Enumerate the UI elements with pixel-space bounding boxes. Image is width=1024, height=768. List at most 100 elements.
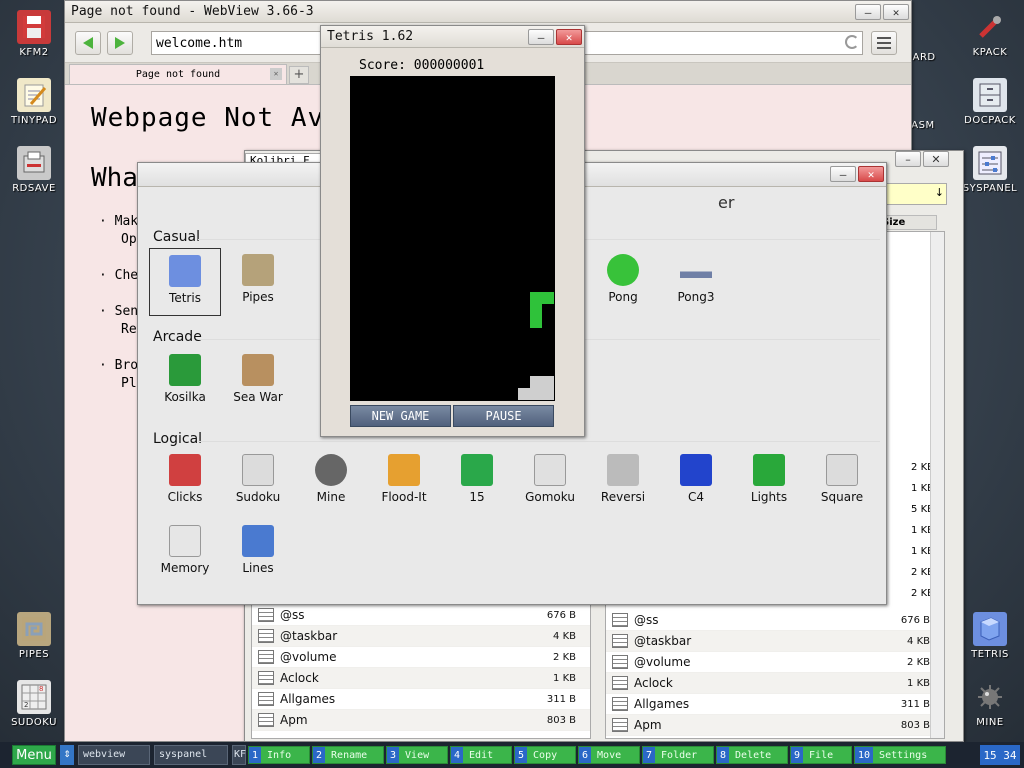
- game-label: 15: [469, 490, 485, 504]
- game-memory[interactable]: Memory: [149, 519, 221, 587]
- game-mine[interactable]: Mine: [295, 448, 367, 516]
- game-sea-war[interactable]: Sea War: [222, 348, 294, 428]
- score-label: Score:: [359, 58, 406, 73]
- desktop-icon-tinypad[interactable]: TINYPAD: [0, 78, 68, 126]
- fkey-edit[interactable]: 4 Edit: [450, 746, 512, 764]
- task-webview[interactable]: webview: [78, 745, 150, 765]
- fm-left-pane: @ss 676 B @taskbar 4 KB @volume 2 KB Aclock…: [251, 605, 591, 739]
- minimize-button[interactable]: –: [855, 4, 881, 20]
- desktop-icon-kpack[interactable]: KPACK: [956, 10, 1024, 58]
- fkey-file[interactable]: 9 File: [790, 746, 852, 764]
- webview-titlebar[interactable]: Page not found - WebView 3.66-3 – ✕: [65, 1, 911, 23]
- sudoku-game-icon: 28: [17, 680, 51, 714]
- table-row[interactable]: @taskbar 4 KB: [606, 631, 944, 652]
- game-lines[interactable]: Lines: [222, 519, 294, 587]
- pause-button[interactable]: PAUSE: [453, 405, 554, 427]
- drawer-cabinet-icon: [973, 78, 1007, 112]
- table-row[interactable]: Aclock 1 KB: [252, 668, 590, 689]
- floppy-disk-icon: [17, 10, 51, 44]
- new-tab-button[interactable]: +: [289, 66, 309, 84]
- desktop-icon-mine[interactable]: MINE: [956, 680, 1024, 728]
- file-size: 1 KB: [553, 672, 576, 684]
- forward-button[interactable]: [107, 30, 133, 55]
- tetris-titlebar[interactable]: Tetris 1.62 – ✕: [321, 26, 584, 48]
- table-row[interactable]: Allgames 311 B: [252, 689, 590, 710]
- fkey-label: Copy: [533, 749, 558, 761]
- fm-close-button[interactable]: ✕: [923, 151, 949, 167]
- game-square[interactable]: Square: [806, 448, 878, 516]
- tetris-board[interactable]: [350, 76, 555, 401]
- fkey-copy[interactable]: 5 Copy: [514, 746, 576, 764]
- block: [530, 292, 542, 304]
- minimize-button[interactable]: –: [830, 166, 856, 182]
- table-row[interactable]: @ss 676 B: [252, 605, 590, 626]
- fkey-view[interactable]: 3 View: [386, 746, 448, 764]
- game-kosilka[interactable]: Kosilka: [149, 348, 221, 416]
- table-row[interactable]: Apm 803 B: [252, 710, 590, 731]
- close-button[interactable]: ✕: [883, 4, 909, 20]
- game-flood-it[interactable]: Flood-It: [368, 448, 440, 516]
- task-syspanel[interactable]: syspanel: [154, 745, 228, 765]
- close-button[interactable]: ✕: [556, 29, 582, 45]
- fkey-folder[interactable]: 7 Folder: [642, 746, 714, 764]
- game-pipes[interactable]: Pipes: [222, 248, 294, 316]
- fm-scrollbar[interactable]: [930, 232, 944, 738]
- table-row[interactable]: Allgames 311 B: [606, 694, 944, 715]
- sudoku-icon: [242, 454, 274, 486]
- table-row[interactable]: @taskbar 4 KB: [252, 626, 590, 647]
- file-size: 2 KB: [553, 651, 576, 663]
- fkey-number: 3: [387, 747, 400, 763]
- table-row[interactable]: @ss 676 B: [606, 610, 944, 631]
- file-size: 4 KB: [553, 630, 576, 642]
- table-row[interactable]: Apm 803 B: [606, 715, 944, 736]
- desktop-icon-pipes[interactable]: PIPES: [0, 612, 68, 660]
- game-reversi[interactable]: Reversi: [587, 448, 659, 516]
- task-kfm[interactable]: KF: [232, 745, 246, 765]
- game-gomoku[interactable]: Gomoku: [514, 448, 586, 516]
- game-sudoku[interactable]: Sudoku: [222, 448, 294, 516]
- hamburger-menu-button[interactable]: [871, 31, 897, 55]
- desktop-icon-rdsave[interactable]: RDSAVE: [0, 146, 68, 194]
- category-casual: Casual: [153, 229, 200, 245]
- game-c4[interactable]: C4: [660, 448, 732, 516]
- ship-icon: [242, 354, 274, 386]
- close-button[interactable]: ✕: [858, 166, 884, 182]
- desktop-icon-sudoku[interactable]: 28 SUDOKU: [0, 680, 68, 728]
- fkey-move[interactable]: 6 Move: [578, 746, 640, 764]
- table-row[interactable]: @volume 2 KB: [252, 647, 590, 668]
- pong-ball-icon: [607, 254, 639, 286]
- desktop-icon-kfm2[interactable]: KFM2: [0, 10, 68, 58]
- new-game-button[interactable]: NEW GAME: [350, 405, 451, 427]
- game-tetris[interactable]: Tetris: [149, 248, 221, 316]
- reversi-icon: [607, 454, 639, 486]
- desktop-icon-syspanel[interactable]: SYSPANEL: [956, 146, 1024, 194]
- game-15[interactable]: 15: [441, 448, 513, 516]
- clicks-icon: [169, 454, 201, 486]
- tab-close-icon[interactable]: ✕: [270, 68, 282, 80]
- game-label: Memory: [160, 561, 210, 575]
- start-menu-button[interactable]: Menu: [12, 745, 56, 765]
- game-label: Lights: [750, 490, 788, 504]
- desktop-icon-tetris[interactable]: TETRIS: [956, 612, 1024, 660]
- back-button[interactable]: [75, 30, 101, 55]
- task-switch-icon[interactable]: ⇕: [60, 745, 74, 765]
- table-row[interactable]: Aclock 1 KB: [606, 673, 944, 694]
- game-pong3[interactable]: Pong3: [660, 248, 732, 316]
- fm-minimize-button[interactable]: –: [895, 151, 921, 167]
- minimize-button[interactable]: –: [528, 29, 554, 45]
- fkey-delete[interactable]: 8 Delete: [716, 746, 788, 764]
- game-lights[interactable]: Lights: [733, 448, 805, 516]
- fkey-number: 2: [313, 747, 326, 763]
- file-name: Apm: [634, 718, 662, 732]
- desktop-icon-docpack[interactable]: DOCPACK: [956, 78, 1024, 126]
- fkey-rename[interactable]: 2 Rename: [312, 746, 384, 764]
- fkey-info[interactable]: 1 Info: [248, 746, 310, 764]
- game-pong[interactable]: Pong: [587, 248, 659, 316]
- game-label: Gomoku: [525, 490, 575, 504]
- fkey-settings[interactable]: 10 Settings: [854, 746, 946, 764]
- tab-page-not-found[interactable]: Page not found ✕: [69, 64, 287, 84]
- table-row[interactable]: @volume 2 KB: [606, 652, 944, 673]
- game-clicks[interactable]: Clicks: [149, 448, 221, 516]
- desktop-icon-label: RDSAVE: [12, 183, 56, 194]
- reload-icon[interactable]: [845, 35, 859, 49]
